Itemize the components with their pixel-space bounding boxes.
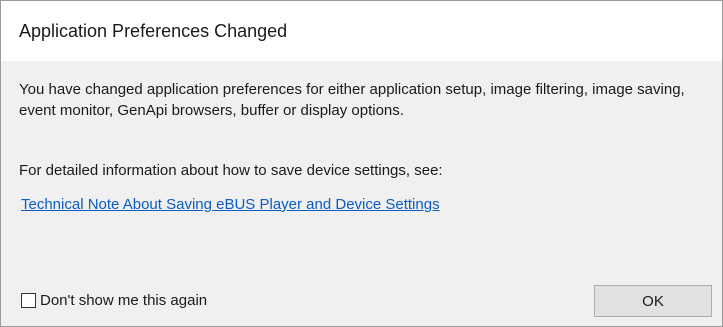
dont-show-again-checkbox[interactable] xyxy=(21,292,36,308)
dialog-content: You have changed application preferences… xyxy=(1,61,722,326)
dialog-info-text: For detailed information about how to sa… xyxy=(19,162,443,179)
technical-note-link[interactable]: Technical Note About Saving eBUS Player … xyxy=(21,196,440,213)
dont-show-again-label[interactable]: Don't show me this again xyxy=(40,292,207,309)
dialog-title-bar: Application Preferences Changed xyxy=(1,1,722,61)
preferences-changed-dialog: Application Preferences Changed You have… xyxy=(0,0,723,327)
ok-button[interactable]: OK xyxy=(594,285,712,317)
dialog-title: Application Preferences Changed xyxy=(19,21,288,41)
dont-show-again-checkbox-row[interactable]: Don't show me this again xyxy=(21,290,207,310)
dialog-message: You have changed application preferences… xyxy=(19,81,685,119)
